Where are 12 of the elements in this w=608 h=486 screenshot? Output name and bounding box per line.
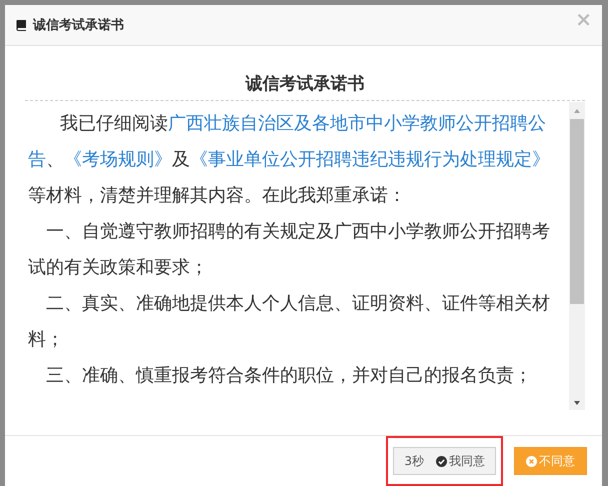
document-heading: 诚信考试承诺书 [25, 46, 585, 101]
paragraph-text: 我已仔细阅读广西壮族自治区及各地市中小学教师公开招聘公告、《考场规则》及《事业单位公开招聘违纪违规行为处理规定》 等材料，清楚并理解其内容。在此我郑重承诺： [28, 112, 551, 208]
dialog-title: 诚信考试承诺书 [33, 17, 124, 34]
close-button[interactable]: × [575, 9, 592, 29]
paragraph-text: 一、自觉遵守教师招聘的有关规定及广西中小学教师公开招聘考试的有关政策和要求； [28, 220, 551, 280]
disagree-button[interactable]: 不同意 [514, 447, 587, 475]
check-circle-icon [436, 456, 447, 466]
paragraph-text: 二、真实、准确地提供本人个人信息、证明资料、证件等相关材料； [28, 292, 551, 352]
paragraph-text: 三、准确、慎重报考符合条件的职位，并对自己的报名负责； [45, 364, 533, 388]
close-circle-icon [526, 456, 537, 466]
book-icon [15, 19, 27, 31]
scrollbar-drawing[interactable] [569, 102, 585, 410]
